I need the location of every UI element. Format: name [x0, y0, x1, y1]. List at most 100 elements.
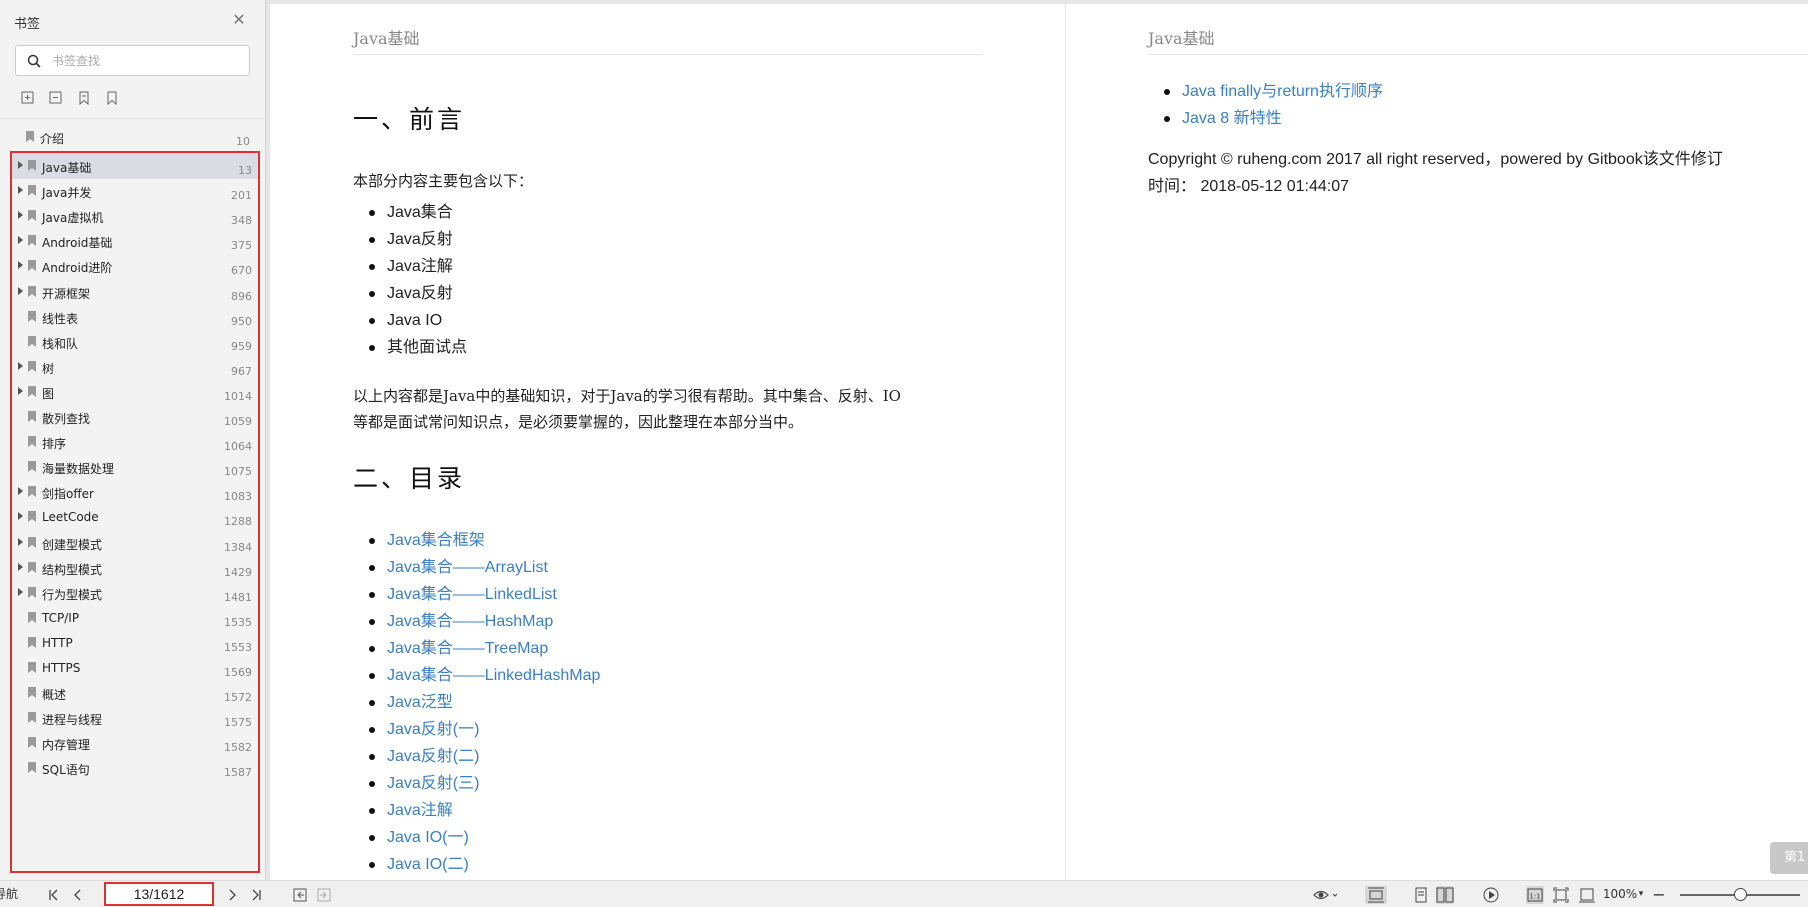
bookmark-flag-icon — [28, 662, 36, 673]
bookmark-item[interactable]: 树 967 — [12, 354, 258, 380]
zoom-slider-handle[interactable] — [1734, 888, 1747, 901]
bookmark-item[interactable]: SQL语句 1587 — [12, 755, 258, 781]
toc-link[interactable]: Java集合——LinkedList — [353, 581, 600, 608]
document-page-left: Java基础 一、前言 本部分内容主要包含以下： Java集合 Java反射 Jav… — [270, 4, 1065, 880]
bookmark-search-box[interactable] — [15, 45, 250, 76]
toc-link[interactable]: Java集合——ArrayList — [353, 554, 600, 581]
bookmark-flag-icon — [28, 636, 36, 648]
continuous-scroll-icon[interactable] — [1365, 886, 1387, 904]
bookmark-item[interactable]: HTTPS 1569 — [12, 655, 258, 681]
fit-width-icon[interactable] — [1578, 886, 1596, 904]
bookmark-item[interactable]: 结构型模式 1429 — [12, 555, 258, 581]
back-icon[interactable] — [292, 887, 308, 903]
eye-view-icon[interactable] — [1312, 886, 1340, 904]
expand-arrow-icon[interactable] — [18, 161, 23, 169]
bookmark-page-number: 950 — [231, 314, 252, 328]
bookmark-item[interactable]: 线性表 950 — [12, 304, 258, 330]
single-page-icon[interactable] — [1412, 886, 1430, 904]
page-number-badge[interactable]: 第1 — [1770, 842, 1808, 874]
navigation-toggle[interactable]: 导航 — [0, 881, 24, 907]
bookmark-item[interactable]: 栈和队 959 — [12, 329, 258, 355]
bookmark-page-number: 1575 — [224, 716, 252, 730]
bookmark-item[interactable]: Java虚拟机 348 — [12, 203, 258, 229]
expand-arrow-icon[interactable] — [18, 587, 23, 596]
expand-arrow-icon[interactable] — [18, 386, 23, 395]
bookmark-label: 行为型模式 — [42, 587, 103, 602]
bookmark-page-number: 1429 — [224, 565, 252, 579]
toc-link-list: Java集合框架 Java集合——ArrayList Java集合——LinkedL… — [353, 527, 600, 878]
toc-link[interactable]: Java IO(二) — [353, 851, 600, 878]
forward-icon[interactable] — [316, 887, 332, 903]
bookmark-item[interactable]: 剑指offer 1083 — [12, 479, 258, 505]
toc-link[interactable]: Java反射(三) — [353, 770, 600, 797]
bookmark-flag-icon — [28, 762, 36, 774]
bookmark-item[interactable]: 内存管理 1582 — [12, 730, 258, 756]
bookmark-page-number: 959 — [231, 339, 252, 353]
bookmark-item[interactable]: 排序 1064 — [12, 429, 258, 455]
bookmarks-title: 书签 — [14, 17, 41, 32]
expand-arrow-icon[interactable] — [18, 186, 23, 195]
bookmark-item[interactable]: 海量数据处理 1075 — [12, 454, 258, 480]
zoom-level[interactable]: 100% — [1600, 881, 1640, 907]
expand-arrow-icon[interactable] — [18, 487, 23, 496]
expand-arrow-icon[interactable] — [18, 211, 23, 220]
toc-link[interactable]: Java集合——TreeMap — [353, 635, 600, 662]
two-page-icon[interactable] — [1436, 886, 1454, 904]
first-page-icon[interactable] — [46, 887, 62, 903]
expand-arrow-icon[interactable] — [18, 537, 23, 546]
add-bookmark-icon[interactable] — [76, 90, 92, 106]
bookmark-item[interactable]: 创建型模式 1384 — [12, 530, 258, 556]
topic-item: 其他面试点 — [353, 334, 467, 361]
page-number-input[interactable]: 13/1612 — [104, 882, 214, 906]
zoom-out-icon[interactable]: − — [1652, 881, 1666, 907]
toc-link[interactable]: Java集合——HashMap — [353, 608, 600, 635]
toc-link[interactable]: Java泛型 — [353, 689, 600, 716]
bookmark-page-number: 10 — [236, 135, 250, 148]
toc-link[interactable]: Java反射(一) — [353, 716, 600, 743]
toc-link[interactable]: Java集合——LinkedHashMap — [353, 662, 600, 689]
content-link[interactable]: Java finally与return执行顺序 — [1148, 78, 1383, 105]
bookmark-flag-icon — [28, 385, 36, 397]
bookmark-item-intro[interactable]: 介绍 10 — [10, 124, 256, 150]
fit-page-icon[interactable] — [1552, 886, 1570, 904]
toc-link[interactable]: Java注解 — [353, 797, 600, 824]
bookmark-item[interactable]: 概述 1572 — [12, 680, 258, 706]
toc-link[interactable]: Java IO(一) — [353, 824, 600, 851]
expand-all-icon[interactable] — [20, 90, 36, 106]
status-bar: 导航 — [0, 880, 1808, 907]
toc-link[interactable]: Java集合框架 — [353, 527, 600, 554]
expand-arrow-icon[interactable] — [18, 562, 23, 571]
content-link[interactable]: Java 8 新特性 — [1148, 105, 1383, 132]
bookmark-list[interactable]: Java基础 13 Java并发 201 Java虚拟机 348 Android基础 375 A… — [10, 151, 260, 873]
bookmark-item[interactable]: HTTP 1553 — [12, 630, 258, 656]
actual-size-icon[interactable]: 1:1 — [1526, 886, 1544, 904]
close-icon[interactable]: ✕ — [230, 11, 248, 29]
bookmark-flag-icon — [28, 687, 36, 699]
bookmark-item[interactable]: 开源框架 896 — [12, 279, 258, 305]
expand-arrow-icon[interactable] — [18, 512, 23, 521]
bookmark-search-input[interactable] — [52, 52, 242, 70]
bookmark-item[interactable]: Java并发 201 — [12, 178, 258, 204]
expand-arrow-icon[interactable] — [18, 286, 23, 295]
play-slideshow-icon[interactable] — [1482, 886, 1500, 904]
collapse-all-icon[interactable] — [48, 90, 64, 106]
bookmark-item[interactable]: 行为型模式 1481 — [12, 580, 258, 606]
bookmark-item[interactable]: 图 1014 — [12, 379, 258, 405]
bookmark-item[interactable]: Android进阶 670 — [12, 253, 258, 279]
toc-link[interactable]: Java反射(二) — [353, 743, 600, 770]
previous-page-icon[interactable] — [70, 887, 86, 903]
bookmark-item[interactable]: LeetCode 1288 — [12, 504, 258, 530]
expand-arrow-icon[interactable] — [18, 261, 23, 270]
bookmark-item[interactable]: 散列查找 1059 — [12, 404, 258, 430]
bookmark-item[interactable]: TCP/IP 1535 — [12, 605, 258, 631]
next-page-icon[interactable] — [224, 887, 240, 903]
bookmark-item[interactable]: Java基础 13 — [12, 153, 258, 179]
bookmark-page-number: 1535 — [224, 615, 252, 629]
bookmark-item[interactable]: Android基础 375 — [12, 228, 258, 254]
bookmark-item[interactable]: 进程与线程 1575 — [12, 705, 258, 731]
bookmark-icon[interactable] — [104, 90, 120, 106]
last-page-icon[interactable] — [248, 887, 264, 903]
expand-arrow-icon[interactable] — [18, 236, 23, 245]
expand-arrow-icon[interactable] — [18, 361, 23, 370]
zoom-dropdown-icon[interactable]: ▾ — [1636, 881, 1646, 907]
